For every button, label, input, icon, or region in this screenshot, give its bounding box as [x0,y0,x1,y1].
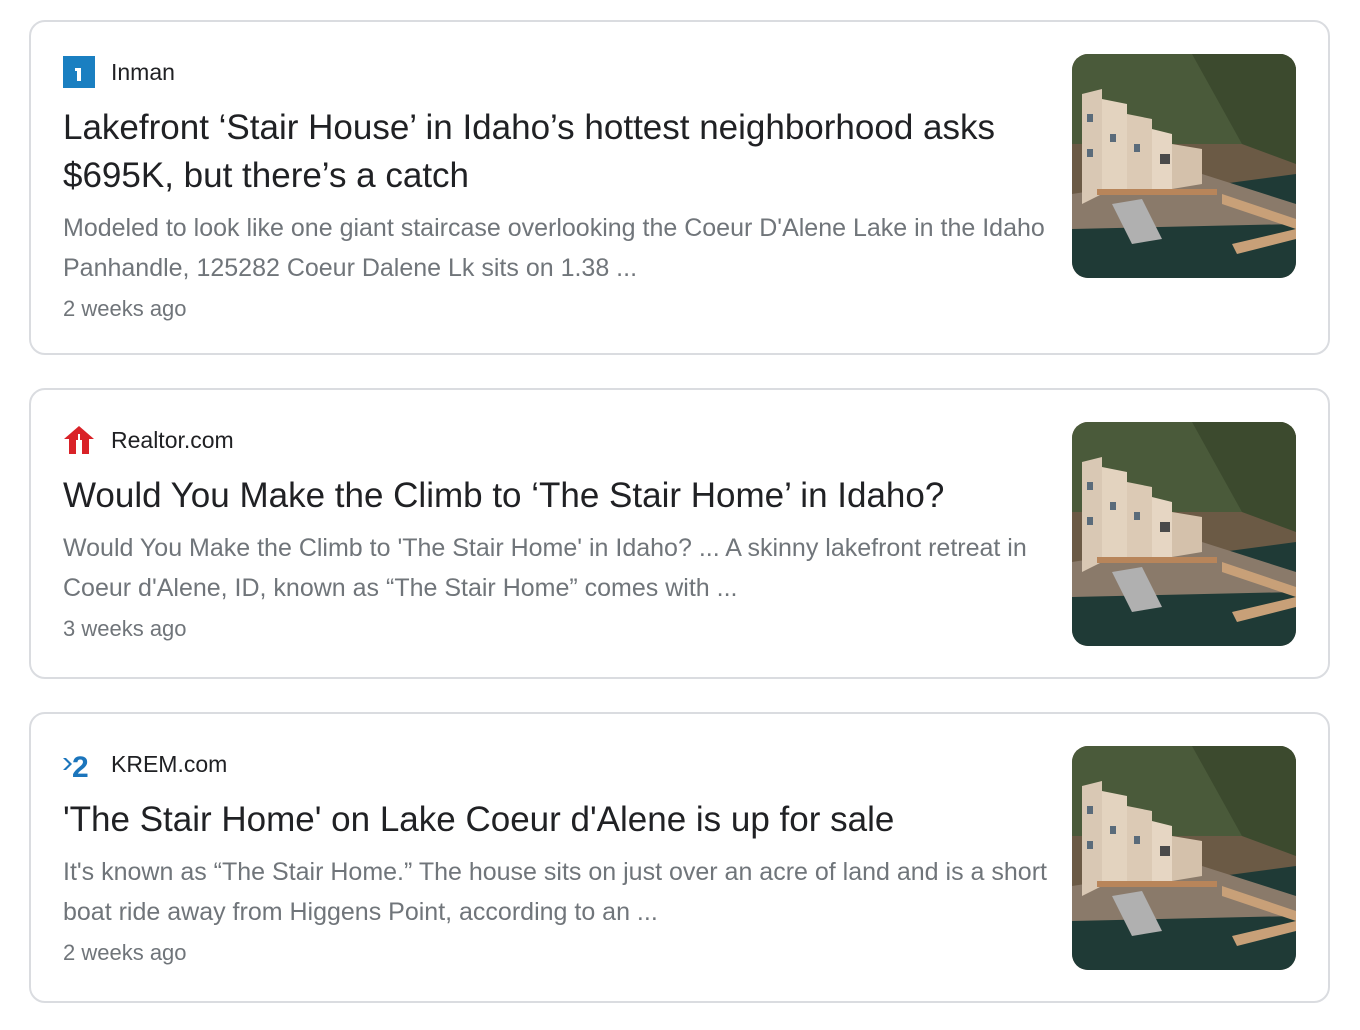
source-row: 2 KREM.com [63,748,227,780]
article-thumbnail[interactable] [1072,54,1296,278]
article-snippet: Would You Make the Climb to 'The Stair H… [63,534,1027,602]
realtor-house-logo-icon [63,424,95,456]
article-thumbnail[interactable] [1072,422,1296,646]
stair-house-photo [1072,746,1296,970]
news-feed: Inman Lakefront ‘Stair House’ in Idaho’s… [0,0,1360,1030]
news-card[interactable]: 2 KREM.com 'The Stair Home' on Lake Coeu… [29,712,1330,1003]
source-row: Inman [63,56,175,88]
source-name: KREM.com [111,751,228,777]
source-name: Inman [111,59,175,85]
article-snippet: Modeled to look like one giant staircase… [63,214,1045,282]
article-thumbnail[interactable] [1072,746,1296,970]
article-headline[interactable]: Lakefront ‘Stair House’ in Idaho’s hotte… [63,104,1053,200]
source-name: Realtor.com [111,427,234,453]
krem-2-logo-icon: 2 [63,748,95,780]
svg-text:2: 2 [72,751,89,780]
article-time: 2 weeks ago [63,940,187,965]
article-headline[interactable]: 'The Stair Home' on Lake Coeur d'Alene i… [63,796,1053,844]
news-card[interactable]: Inman Lakefront ‘Stair House’ in Idaho’s… [29,20,1330,355]
article-time: 3 weeks ago [63,616,187,641]
news-card[interactable]: Realtor.com Would You Make the Climb to … [29,388,1330,679]
stair-house-photo [1072,422,1296,646]
article-time: 2 weeks ago [63,296,187,321]
article-headline[interactable]: Would You Make the Climb to ‘The Stair H… [63,472,1053,520]
article-snippet: It's known as “The Stair Home.” The hous… [63,858,1047,926]
stair-house-photo [1072,54,1296,278]
inman-logo-icon [63,56,95,88]
source-row: Realtor.com [63,424,234,456]
